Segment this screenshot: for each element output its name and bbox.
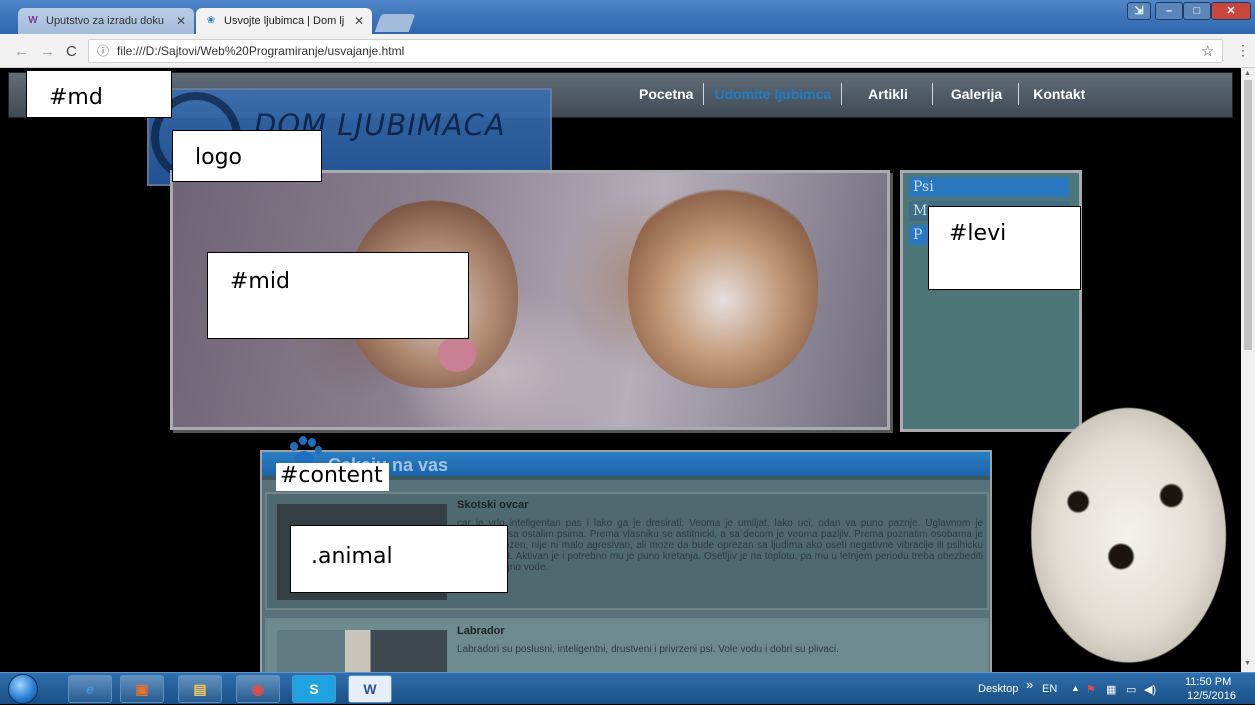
scroll-down-icon[interactable]: ▼ <box>1244 660 1251 667</box>
url-text: file:///D:/Sajtovi/Web%20Programiranje/u… <box>117 44 405 58</box>
minimize-button[interactable]: – <box>1155 2 1183 20</box>
network-icon[interactable]: ▭ <box>1126 683 1136 696</box>
ie-icon[interactable]: e <box>68 675 112 703</box>
clock-time[interactable]: 11:50 PM <box>1185 676 1231 688</box>
scrollbar-thumb[interactable] <box>1244 80 1252 350</box>
close-window-button[interactable]: ✕ <box>1211 2 1251 20</box>
nav-separator <box>703 83 705 105</box>
tab-title: Usvojte ljubimca | Dom lj <box>224 15 345 27</box>
animal-card[interactable]: Labrador Labradori su poslusni, intelige… <box>265 618 989 672</box>
maximize-button[interactable]: □ <box>1183 2 1211 20</box>
animal-name: Skotski ovcar <box>457 499 529 511</box>
page-viewport: Pocetna Udomite ljubimca Artikli Galerij… <box>0 68 1241 672</box>
tab-close-icon[interactable]: ✕ <box>176 14 186 28</box>
annotation-logo: logo <box>172 130 322 182</box>
scroll-up-icon[interactable]: ▲ <box>1244 70 1251 77</box>
annotation-animal: .animal <box>290 525 508 593</box>
animal-photo <box>277 630 447 672</box>
animal-name: Labrador <box>457 625 505 637</box>
language-indicator[interactable]: EN <box>1042 683 1057 695</box>
animal-description: Labradori su poslusni, inteligentni, dru… <box>457 644 839 655</box>
nav-galerija[interactable]: Galerija <box>943 86 1010 102</box>
nav-kontakt[interactable]: Kontakt <box>1025 86 1093 102</box>
paw-favicon-icon: ❀ <box>206 15 216 26</box>
bookmark-star-icon[interactable]: ☆ <box>1201 42 1214 60</box>
annotation-content: #content <box>276 463 389 491</box>
tab-close-icon[interactable]: ✕ <box>354 14 364 28</box>
white-dog-image <box>990 368 1241 672</box>
nav-separator <box>931 83 933 105</box>
toolbar-chevron-icon[interactable]: » <box>1026 677 1033 692</box>
volume-icon[interactable]: ◀) <box>1144 683 1156 696</box>
tab-usvojte[interactable]: ❀ Usvojte ljubimca | Dom lj ✕ <box>196 8 372 34</box>
annotation-mid: #mid <box>207 252 469 339</box>
annotation-levi: #levi <box>928 206 1081 290</box>
annotation-md: #md <box>26 70 172 118</box>
media-player-icon[interactable]: ▣ <box>120 675 164 703</box>
url-input[interactable]: ⓘ file:///D:/Sajtovi/Web%20Programiranje… <box>88 39 1223 63</box>
tab-title: Uputstvo za izradu doku <box>46 15 165 27</box>
page-scrollbar[interactable]: ▲ ▼ <box>1241 68 1255 672</box>
info-icon[interactable]: ⓘ <box>97 40 109 62</box>
side-menu-item-psi[interactable]: Psi <box>909 177 1069 197</box>
tab-uputstvo[interactable]: W Uputstvo za izradu doku ✕ <box>18 8 194 34</box>
nav-artikli[interactable]: Artikli <box>860 86 916 102</box>
restore-button[interactable]: ⇲ <box>1127 2 1151 20</box>
forward-icon[interactable]: → <box>40 43 55 60</box>
address-bar: ← → C ⓘ file:///D:/Sajtovi/Web%20Program… <box>0 34 1255 68</box>
menu-icon[interactable]: ⋮ <box>1236 42 1250 59</box>
nav-separator <box>1018 83 1020 105</box>
puppy-right <box>628 178 818 388</box>
folder-icon[interactable]: ▤ <box>178 675 222 703</box>
action-center-icon[interactable]: ⚑ <box>1086 683 1096 696</box>
animal-description: car je vrlo inteligentan pas i lako ga j… <box>457 518 983 573</box>
chrome-icon[interactable]: ◉ <box>236 675 280 703</box>
taskbar: e ▣ ▤ ◉ S W Desktop » EN ▲ ⚑ ▦ ▭ ◀) 11:5… <box>0 672 1255 704</box>
back-icon[interactable]: ← <box>14 43 29 60</box>
puppy-tongue <box>438 338 476 372</box>
start-button[interactable] <box>8 674 38 704</box>
clock-date[interactable]: 12/5/2016 <box>1187 690 1236 702</box>
skype-icon[interactable]: S <box>292 675 336 703</box>
device-icon[interactable]: ▦ <box>1106 683 1116 696</box>
nav-udomite-ljubimca[interactable]: Udomite ljubimca <box>706 86 839 102</box>
reload-icon[interactable]: C <box>66 43 77 60</box>
tab-strip: W Uputstvo za izradu doku ✕ ❀ Usvojte lj… <box>0 0 1255 34</box>
nav-separator <box>841 83 843 105</box>
wd-favicon-icon: W <box>28 15 38 26</box>
desktop-toolbar[interactable]: Desktop <box>978 683 1018 695</box>
nav-pocetna[interactable]: Pocetna <box>631 86 701 102</box>
word-icon[interactable]: W <box>348 675 392 703</box>
new-tab-button[interactable] <box>374 14 416 32</box>
browser-window: W Uputstvo za izradu doku ✕ ❀ Usvojte lj… <box>0 0 1255 704</box>
show-hidden-icons-icon[interactable]: ▲ <box>1071 683 1080 693</box>
